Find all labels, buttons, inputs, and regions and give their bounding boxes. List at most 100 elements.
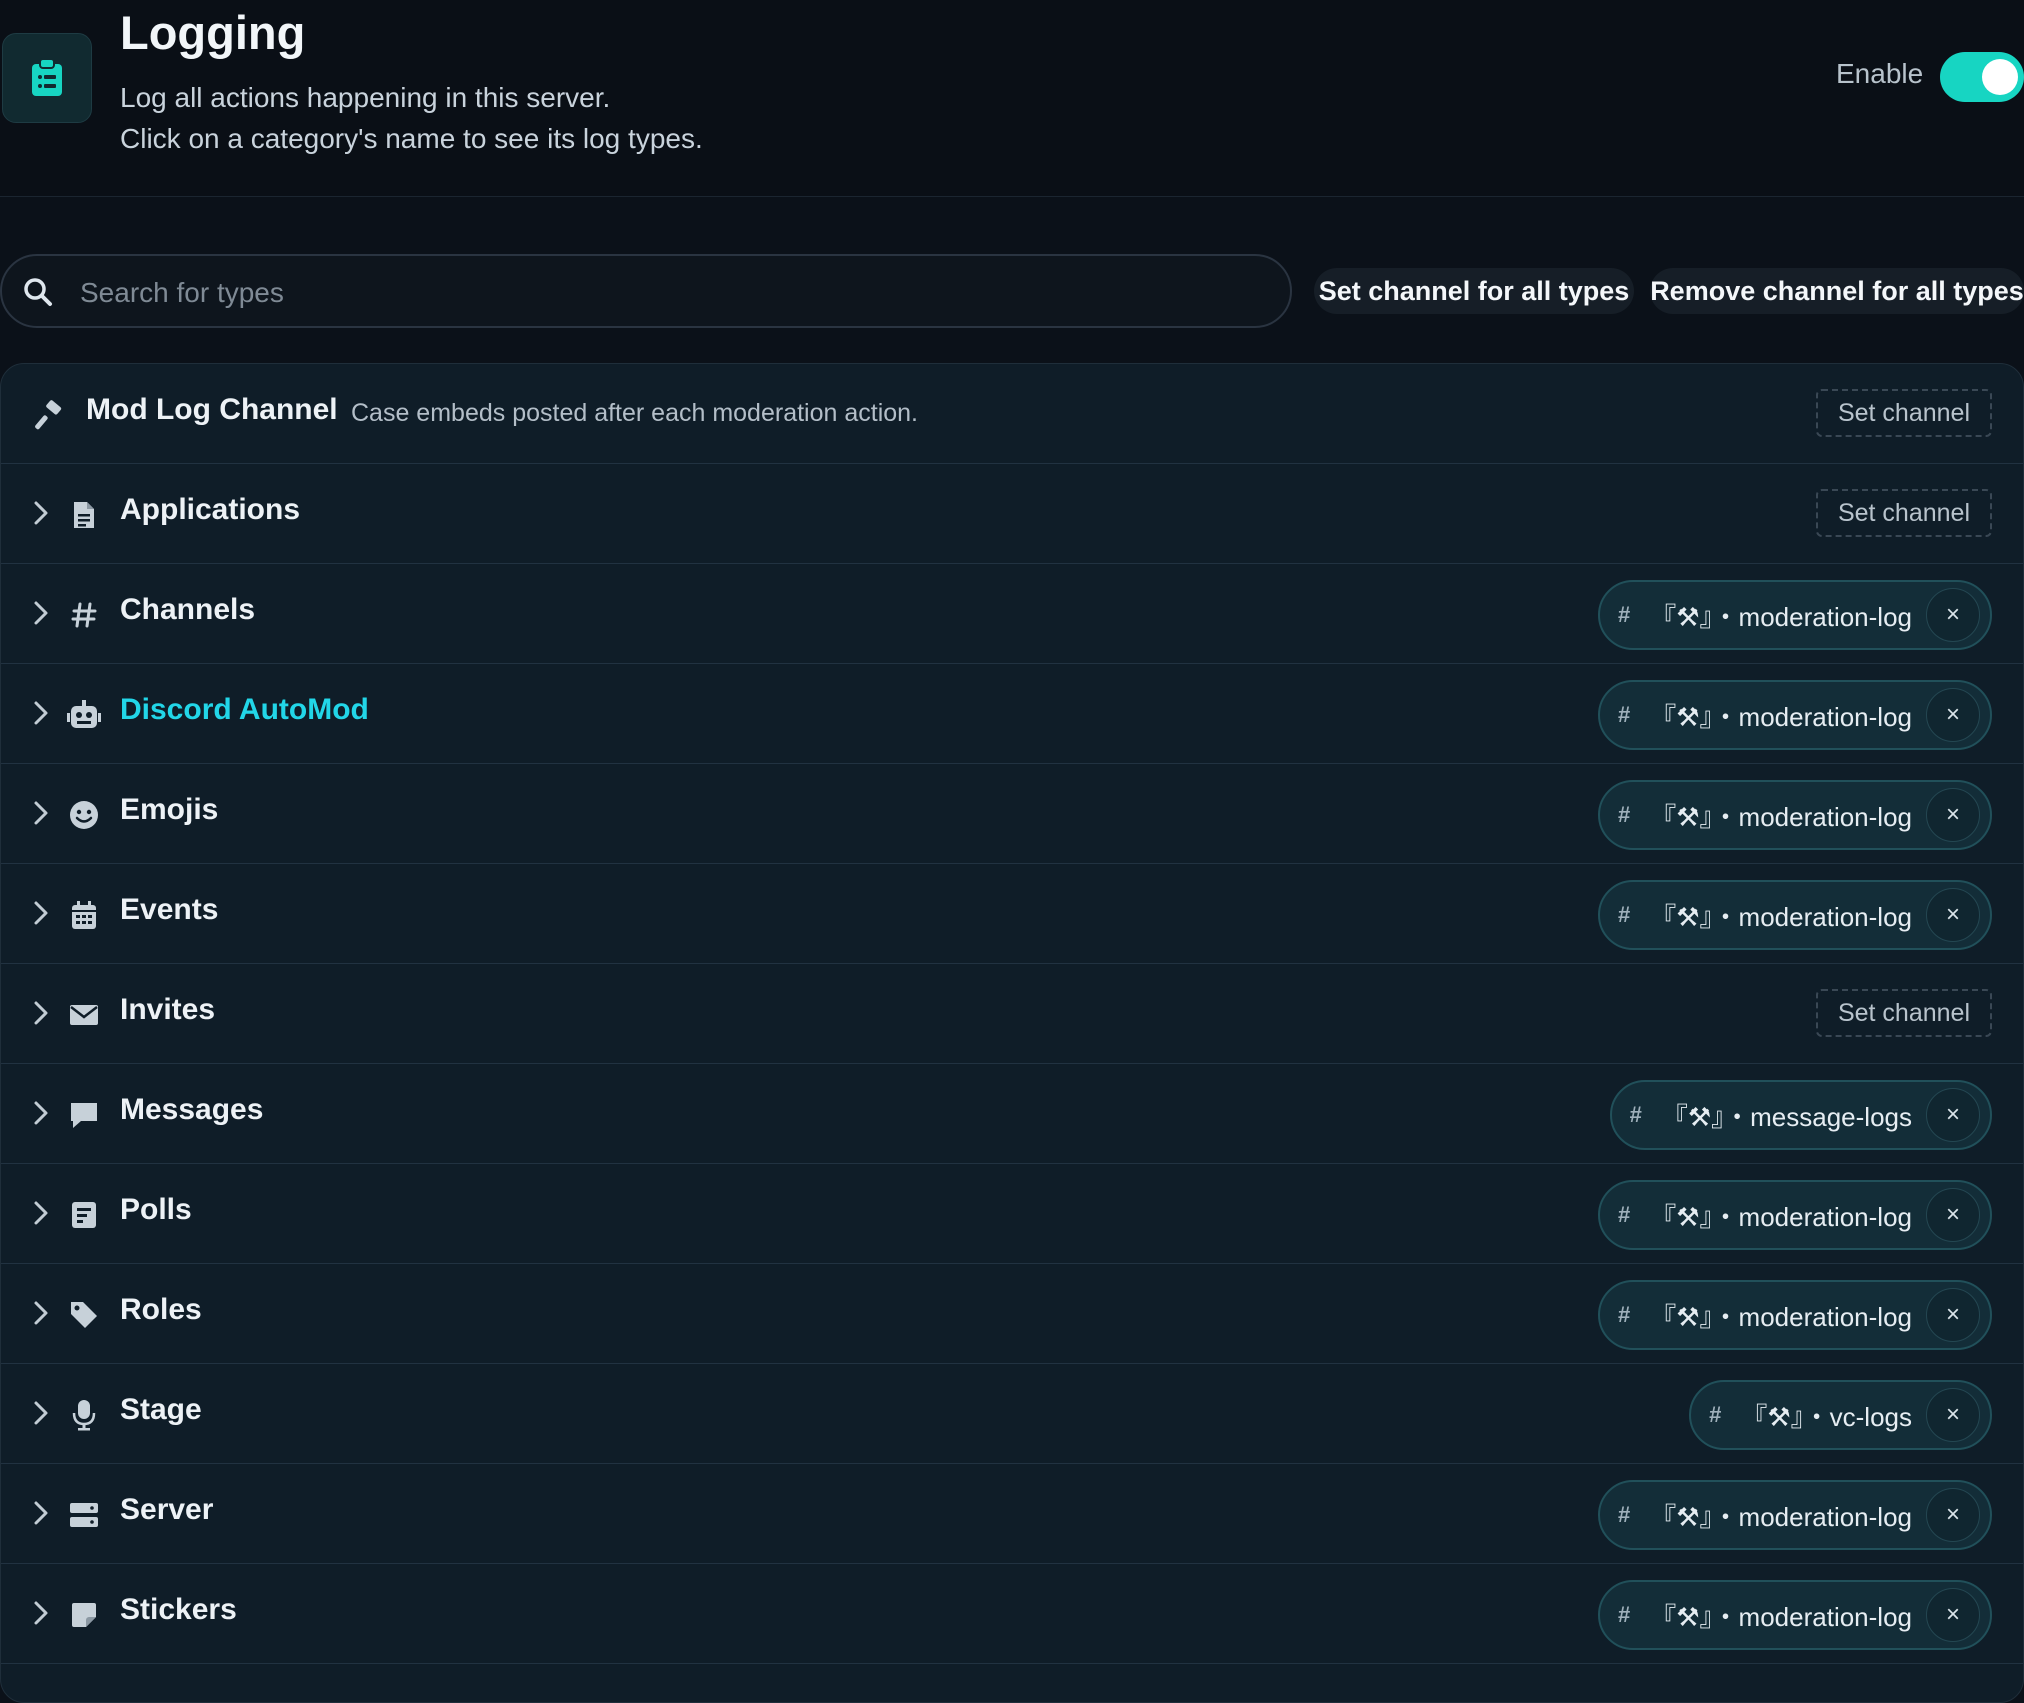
remove-channel-button[interactable]: × <box>1926 1188 1980 1242</box>
category-row-applications[interactable]: Applications Set channel <box>1 464 2023 564</box>
category-row-messages[interactable]: Messages # 『⚒』・message-logs × <box>1 1064 2023 1164</box>
category-label[interactable]: Roles <box>120 1293 202 1327</box>
channel-hash-icon: # <box>1618 702 1631 727</box>
remove-channel-button[interactable]: × <box>1926 1588 1980 1642</box>
chevron-right-icon[interactable] <box>31 900 51 931</box>
channel-chip[interactable]: # 『⚒』・moderation-log × <box>1598 880 1992 950</box>
category-label[interactable]: Invites <box>120 993 215 1027</box>
channel-chip[interactable]: # 『⚒』・moderation-log × <box>1598 680 1992 750</box>
microphone-icon <box>67 1398 101 1432</box>
channel-name: 『⚒』・message-logs <box>1661 1101 1912 1132</box>
channel-chip[interactable]: # 『⚒』・vc-logs × <box>1689 1380 1992 1450</box>
set-channel-button[interactable]: Set channel <box>1815 989 1992 1037</box>
channel-chip[interactable]: # 『⚒』・moderation-log × <box>1598 580 1992 650</box>
channel-name: 『⚒』・moderation-log <box>1650 701 1912 732</box>
envelope-icon <box>67 998 101 1032</box>
category-label[interactable]: Discord AutoMod <box>120 693 369 727</box>
channel-chip[interactable]: # 『⚒』・moderation-log × <box>1598 1180 1992 1250</box>
channel-hash-icon: # <box>1618 802 1631 827</box>
robot-icon <box>67 698 101 732</box>
category-row-channels[interactable]: Channels # 『⚒』・moderation-log × <box>1 564 2023 664</box>
mod-log-row: Mod Log Channel Case embeds posted after… <box>1 364 2023 464</box>
remove-channel-button[interactable]: × <box>1926 588 1980 642</box>
category-label[interactable]: Polls <box>120 1193 192 1227</box>
remove-channel-button[interactable]: × <box>1926 1088 1980 1142</box>
mod-log-set-channel-button[interactable]: Set channel <box>1815 389 1992 437</box>
category-row-emojis[interactable]: Emojis # 『⚒』・moderation-log × <box>1 764 2023 864</box>
remove-channel-button[interactable]: × <box>1926 688 1980 742</box>
chevron-right-icon[interactable] <box>31 700 51 731</box>
hammer-icon <box>33 398 67 432</box>
chevron-right-icon[interactable] <box>31 1400 51 1431</box>
mod-log-description: Case embeds posted after each moderation… <box>351 399 919 427</box>
channel-name: 『⚒』・moderation-log <box>1650 1501 1912 1532</box>
category-row-server[interactable]: Server # 『⚒』・moderation-log × <box>1 1464 2023 1564</box>
chevron-right-icon[interactable] <box>31 1100 51 1131</box>
channel-hash-icon: # <box>1618 902 1631 927</box>
enable-label: Enable <box>1836 58 1924 89</box>
category-row-roles[interactable]: Roles # 『⚒』・moderation-log × <box>1 1264 2023 1364</box>
calendar-icon <box>67 898 101 932</box>
remove-channel-button[interactable]: × <box>1926 1388 1980 1442</box>
description-line-1: Log all actions happening in this server… <box>120 82 611 113</box>
category-row-stage[interactable]: Stage # 『⚒』・vc-logs × <box>1 1364 2023 1464</box>
search-icon <box>22 276 54 313</box>
channel-hash-icon: # <box>1629 1102 1642 1127</box>
set-channel-all-button[interactable]: Set channel for all types <box>1314 268 1634 314</box>
search-input[interactable] <box>78 268 1262 318</box>
channel-name: 『⚒』・moderation-log <box>1650 1601 1912 1632</box>
set-channel-button[interactable]: Set channel <box>1815 489 1992 537</box>
channel-chip[interactable]: # 『⚒』・moderation-log × <box>1598 1280 1992 1350</box>
category-label[interactable]: Server <box>120 1493 213 1527</box>
category-row-invites[interactable]: Invites Set channel <box>1 964 2023 1064</box>
chevron-right-icon[interactable] <box>31 1200 51 1231</box>
category-row-events[interactable]: Events # 『⚒』・moderation-log × <box>1 864 2023 964</box>
smile-icon <box>67 798 101 832</box>
enable-toggle[interactable] <box>1940 52 2024 102</box>
page-header: Logging Log all actions happening in thi… <box>0 0 2024 197</box>
document-icon <box>67 498 101 532</box>
channel-hash-icon: # <box>1618 1202 1631 1227</box>
logging-page: Logging Log all actions happening in thi… <box>0 0 2024 1703</box>
search-bar <box>0 254 1292 328</box>
chevron-right-icon[interactable] <box>31 500 51 531</box>
category-row-polls[interactable]: Polls # 『⚒』・moderation-log × <box>1 1164 2023 1264</box>
category-label[interactable]: Stickers <box>120 1593 237 1627</box>
category-label[interactable]: Events <box>120 893 218 927</box>
channel-name: 『⚒』・vc-logs <box>1741 1401 1912 1432</box>
remove-channel-button[interactable]: × <box>1926 1488 1980 1542</box>
channel-name: 『⚒』・moderation-log <box>1650 801 1912 832</box>
tag-icon <box>67 1298 101 1332</box>
channel-chip[interactable]: # 『⚒』・moderation-log × <box>1598 1480 1992 1550</box>
hash-icon <box>67 598 101 632</box>
category-row-stickers[interactable]: Stickers # 『⚒』・moderation-log × <box>1 1564 2023 1664</box>
channel-hash-icon: # <box>1618 602 1631 627</box>
chevron-right-icon[interactable] <box>31 1300 51 1331</box>
remove-channel-all-button[interactable]: Remove channel for all types <box>1650 268 2024 314</box>
page-title: Logging <box>120 6 306 59</box>
channel-chip[interactable]: # 『⚒』・moderation-log × <box>1598 780 1992 850</box>
clipboard-icon <box>2 33 92 123</box>
category-label[interactable]: Channels <box>120 593 255 627</box>
category-row-discord-automod[interactable]: Discord AutoMod # 『⚒』・moderation-log × <box>1 664 2023 764</box>
channel-chip[interactable]: # 『⚒』・message-logs × <box>1609 1080 1992 1150</box>
remove-channel-button[interactable]: × <box>1926 788 1980 842</box>
channel-name: 『⚒』・moderation-log <box>1650 1301 1912 1332</box>
chevron-right-icon[interactable] <box>31 1500 51 1531</box>
remove-channel-button[interactable]: × <box>1926 888 1980 942</box>
categories-panel: Mod Log Channel Case embeds posted after… <box>0 363 2024 1703</box>
category-label[interactable]: Applications <box>120 493 300 527</box>
channel-hash-icon: # <box>1618 1502 1631 1527</box>
channel-hash-icon: # <box>1618 1602 1631 1627</box>
channel-name: 『⚒』・moderation-log <box>1650 601 1912 632</box>
chevron-right-icon[interactable] <box>31 1000 51 1031</box>
chevron-right-icon[interactable] <box>31 600 51 631</box>
channel-chip[interactable]: # 『⚒』・moderation-log × <box>1598 1580 1992 1650</box>
category-label[interactable]: Stage <box>120 1393 202 1427</box>
category-label[interactable]: Messages <box>120 1093 263 1127</box>
remove-channel-button[interactable]: × <box>1926 1288 1980 1342</box>
channel-name: 『⚒』・moderation-log <box>1650 901 1912 932</box>
category-label[interactable]: Emojis <box>120 793 218 827</box>
chevron-right-icon[interactable] <box>31 800 51 831</box>
chevron-right-icon[interactable] <box>31 1600 51 1631</box>
